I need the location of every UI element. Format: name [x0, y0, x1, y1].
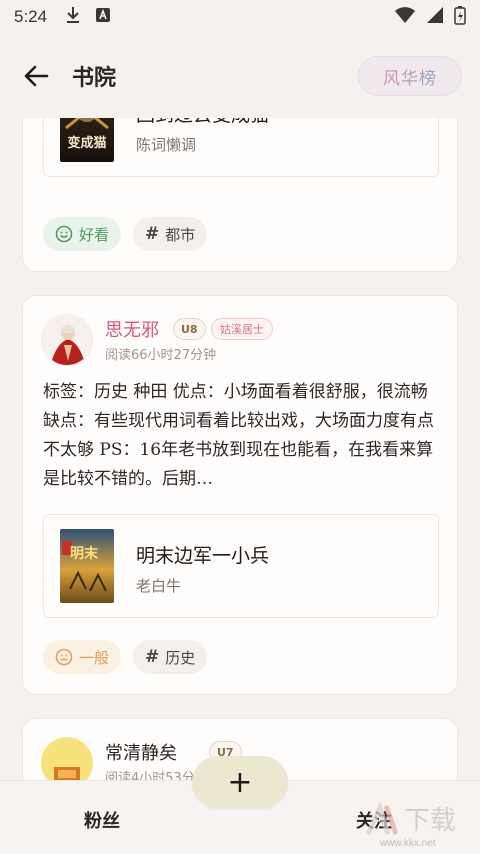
hash-icon: # — [145, 224, 160, 244]
back-button[interactable] — [18, 58, 54, 94]
review-card[interactable]: 思无邪 U8 姑溪居士 阅读66小时27分钟 标签：历史 种田 优点：小场面看着… — [22, 295, 458, 695]
rating-tag-label: 一般 — [79, 648, 110, 667]
status-bar: 5:24 — [0, 0, 480, 34]
book-author: 老白牛 — [136, 577, 182, 595]
tab-followers[interactable]: 粉丝 — [84, 807, 120, 833]
rating-tag[interactable]: 一般 — [43, 640, 122, 674]
avatar[interactable] — [41, 737, 93, 780]
hash-icon: # — [145, 647, 160, 667]
app-bar: 书院 风华榜 — [0, 44, 480, 108]
rating-tag[interactable]: 好看 — [43, 217, 122, 251]
topic-tag[interactable]: # 历史 — [133, 640, 208, 674]
app-a-icon — [95, 7, 111, 28]
book-author: 陈词懒调 — [136, 136, 197, 154]
read-time: 阅读4小时53分 — [105, 771, 195, 780]
topic-tag-label: 历史 — [165, 648, 196, 667]
book-title: 明末边军一小兵 — [136, 545, 270, 567]
wifi-icon — [394, 6, 416, 29]
user-name[interactable]: 常清静矣 — [105, 739, 177, 765]
book-cover: 明末 — [60, 529, 114, 603]
book-title: 回到过去变成猫 — [136, 118, 269, 127]
rating-tag-label: 好看 — [79, 225, 110, 244]
page-title: 书院 — [72, 65, 117, 91]
user-row[interactable]: 思无邪 U8 姑溪居士 阅读66小时27分钟 — [41, 314, 439, 368]
user-name[interactable]: 思无邪 — [105, 316, 159, 342]
watermark-text: 下载 — [404, 806, 457, 836]
smile-icon — [55, 225, 73, 243]
review-card[interactable]: 变成猫 回到过去变成猫 陈词懒调 好看 # 都市 — [22, 118, 458, 272]
level-badge: U8 — [173, 318, 206, 340]
add-review-button[interactable]: + — [192, 756, 288, 808]
book-link[interactable]: 明末 明末边军一小兵 老白牛 — [43, 514, 439, 618]
watermark-url: www.kkx.net — [380, 838, 436, 849]
download-icon — [65, 6, 81, 29]
topic-tag-label: 都市 — [165, 225, 196, 244]
status-time: 5:24 — [14, 7, 48, 26]
tag-list: 好看 # 都市 — [43, 217, 208, 251]
signal-icon — [426, 6, 444, 29]
book-link[interactable]: 变成猫 回到过去变成猫 陈词懒调 — [43, 118, 439, 177]
review-feed[interactable]: 变成猫 回到过去变成猫 陈词懒调 好看 # 都市 — [0, 118, 480, 780]
plus-icon: + — [227, 764, 253, 800]
book-cover-title: 变成猫 — [67, 136, 107, 151]
avatar[interactable] — [41, 314, 93, 366]
review-text[interactable]: 标签：历史 种田 优点：小场面看着很舒服，很流畅缺点：有些现代用词看着比较出戏，… — [43, 378, 441, 494]
neutral-face-icon — [55, 648, 73, 666]
ranking-button-label: 风华榜 — [383, 64, 437, 89]
tag-list: 一般 # 历史 — [43, 640, 208, 674]
arrow-left-icon — [24, 65, 49, 87]
title-badge: 姑溪居士 — [211, 318, 273, 340]
ranking-button[interactable]: 风华榜 — [358, 56, 462, 96]
battery-icon — [454, 5, 466, 30]
read-time: 阅读66小时27分钟 — [105, 348, 217, 363]
book-cover: 变成猫 — [60, 118, 114, 162]
topic-tag[interactable]: # 都市 — [133, 217, 208, 251]
book-cover-title: 明末 — [70, 546, 98, 562]
